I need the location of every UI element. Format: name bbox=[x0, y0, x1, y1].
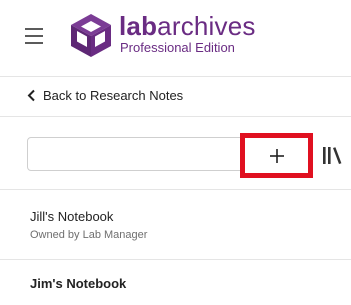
brand-prefix: lab bbox=[119, 11, 158, 41]
notebook-owner: Owned by Lab Manager bbox=[30, 229, 148, 241]
add-notebook-button[interactable] bbox=[240, 133, 313, 178]
back-bar: Back to Research Notes bbox=[0, 77, 351, 117]
back-link-label: Back to Research Notes bbox=[43, 88, 184, 103]
app-window: labarchives Professional Edition Back to… bbox=[0, 0, 351, 305]
hamburger-menu-icon[interactable] bbox=[25, 28, 43, 45]
brand-edition: Professional Edition bbox=[120, 40, 235, 55]
notebook-list-item[interactable]: Jim's Notebook bbox=[0, 261, 351, 305]
back-to-research-notes-link[interactable]: Back to Research Notes bbox=[27, 88, 183, 103]
library-books-icon[interactable] bbox=[322, 145, 344, 165]
app-header: labarchives Professional Edition bbox=[0, 0, 351, 77]
brand-suffix: archives bbox=[157, 11, 256, 41]
brand-logo[interactable]: labarchives Professional Edition bbox=[119, 13, 256, 54]
plus-icon bbox=[269, 148, 284, 163]
notebook-title: Jim's Notebook bbox=[30, 276, 127, 291]
brand-name: labarchives bbox=[119, 13, 256, 39]
notebook-list-item[interactable]: Jill's Notebook Owned by Lab Manager bbox=[0, 191, 351, 260]
notebook-search-input[interactable] bbox=[27, 137, 265, 171]
labarchives-cube-icon[interactable] bbox=[67, 11, 115, 59]
chevron-left-icon bbox=[27, 89, 35, 102]
notebook-title: Jill's Notebook bbox=[30, 209, 114, 224]
